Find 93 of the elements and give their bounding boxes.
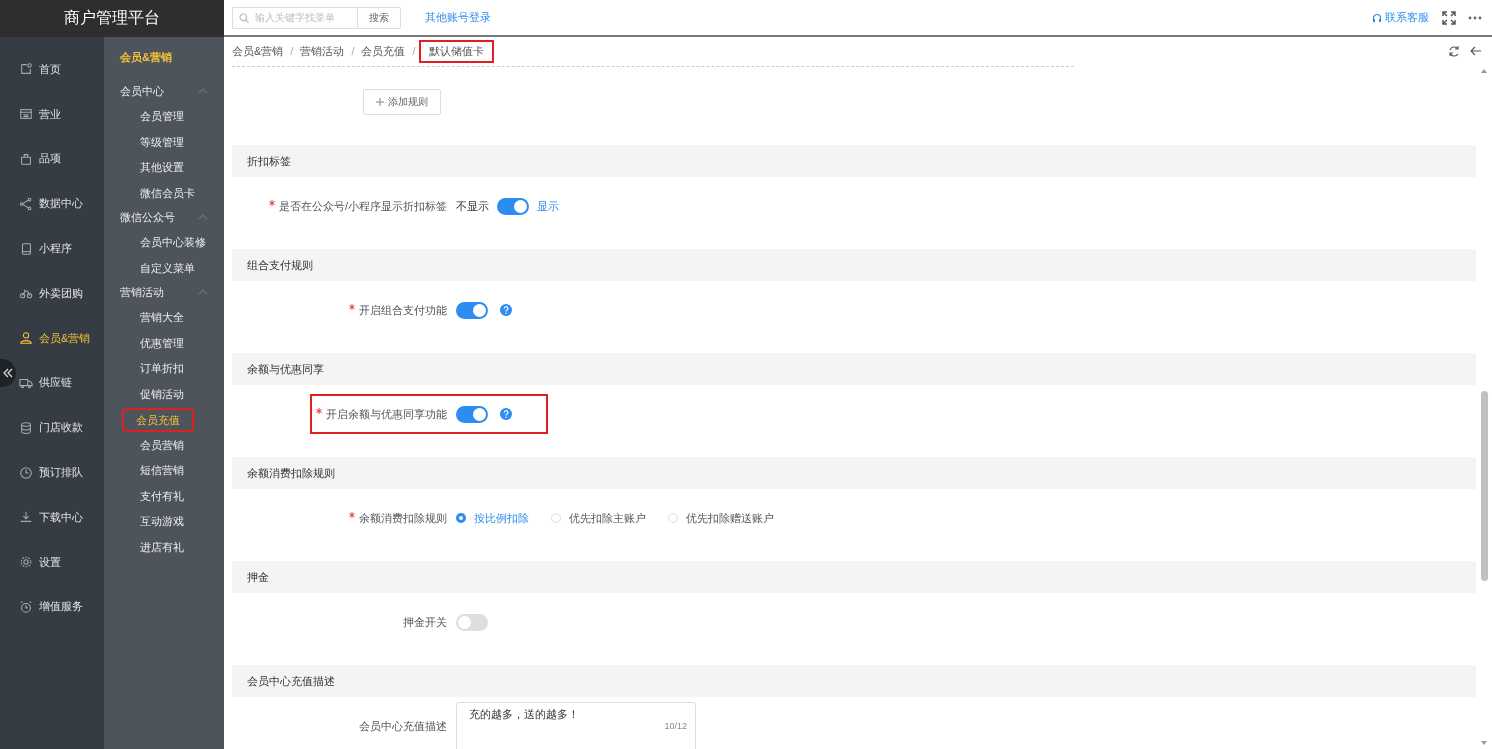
sidebar-item[interactable]: 预订排队 <box>17 450 104 495</box>
text-area[interactable]: 充的越多，送的越多！ 10/12 <box>456 702 696 749</box>
user-icon <box>19 331 33 346</box>
breadcrumb-item[interactable]: 营销活动 <box>300 43 345 59</box>
submenu-item[interactable]: 等级管理 <box>136 129 188 155</box>
field-label: 押金开关 <box>403 615 447 628</box>
section-header: 余额消费扣除规则 <box>232 457 1476 489</box>
submenu-group[interactable]: 营销活动 <box>104 281 208 303</box>
breadcrumb-item[interactable]: 会员充值 <box>361 43 406 59</box>
scroll-up-icon <box>1481 69 1487 73</box>
submenu-item[interactable]: 会员管理 <box>136 104 188 130</box>
submenu-item[interactable]: 其他设置 <box>136 155 188 181</box>
section-header: 押金 <box>232 561 1476 593</box>
more-icon[interactable] <box>1468 15 1482 20</box>
chevron-up-icon <box>198 289 208 295</box>
submenu-item[interactable]: 支付有礼 <box>136 483 188 509</box>
back-arrow-icon[interactable] <box>1470 45 1482 57</box>
chevron-up-icon <box>198 88 208 94</box>
section-header: 会员中心充值描述 <box>232 665 1476 697</box>
headset-icon <box>1372 12 1382 23</box>
radio-option[interactable]: 按比例扣除 <box>456 510 529 526</box>
submenu-item[interactable]: 促销活动 <box>136 381 188 407</box>
sidebar-item[interactable]: 小程序 <box>17 226 104 271</box>
sidebar-item[interactable]: 营业 <box>17 91 104 137</box>
bag-icon <box>19 152 33 166</box>
character-counter: 10/12 <box>664 721 687 731</box>
radio-option[interactable]: 优先扣除主账户 <box>551 510 646 526</box>
field-label: 会员中心充值描述 <box>359 719 447 732</box>
fullscreen-icon[interactable] <box>1442 10 1456 25</box>
submenu-group[interactable]: 微信公众号 <box>104 206 208 228</box>
submenu-item[interactable]: 订单折扣 <box>136 356 188 382</box>
option-text: 显示 <box>537 198 559 214</box>
phone-icon <box>19 241 33 256</box>
download-icon <box>19 510 33 525</box>
add-rule-button[interactable]: 添加规则 <box>363 89 441 115</box>
breadcrumb-item[interactable]: 会员&营销 <box>232 43 284 59</box>
scroll-down-icon <box>1481 741 1487 745</box>
field-label: 开启组合支付功能 <box>359 303 447 316</box>
radio-option[interactable]: 优先扣除赠送账户 <box>668 510 774 526</box>
gear-icon <box>19 555 33 570</box>
section-header: 折扣标签 <box>232 145 1476 177</box>
login-link[interactable]: 其他账号登录 <box>425 10 491 25</box>
toggle-switch[interactable] <box>456 405 488 423</box>
breadcrumb-separator: / <box>412 45 416 57</box>
field-label: 是否在公众号/小程序显示折扣标签 <box>278 199 447 212</box>
support-link[interactable]: 联系客服 <box>1372 10 1429 25</box>
submenu-item[interactable]: 互动游戏 <box>136 509 188 535</box>
breadcrumb-item[interactable]: 默认储值卡 <box>420 41 492 61</box>
sidebar-item[interactable]: 会员&营销 <box>17 315 104 361</box>
option-text: 不显示 <box>456 198 489 214</box>
submenu-item[interactable]: 短信营销 <box>136 458 188 484</box>
sidebar-item[interactable]: 品项 <box>17 136 104 182</box>
submenu-group[interactable]: 会员中心 <box>104 80 208 102</box>
field-label: 余额消费扣除规则 <box>359 511 447 524</box>
clock-icon <box>19 465 33 480</box>
breadcrumb-separator: / <box>290 45 294 57</box>
calendar-icon <box>19 107 33 122</box>
submenu-item[interactable]: 进店有礼 <box>136 534 188 560</box>
field-label: 开启余额与优惠同享功能 <box>326 407 447 420</box>
toggle-switch[interactable] <box>497 197 529 215</box>
sidebar-item[interactable]: 门店收款 <box>17 405 104 451</box>
app-title: 商户管理平台 <box>0 0 224 37</box>
submenu-item[interactable]: 自定义菜单 <box>136 255 199 281</box>
refresh-icon[interactable] <box>1448 45 1460 57</box>
breadcrumb-separator: / <box>351 45 355 57</box>
share-icon <box>19 196 33 211</box>
sidebar-item[interactable]: 首页 <box>17 47 104 92</box>
submenu-item[interactable]: 会员充值 <box>124 409 192 430</box>
chevron-up-icon <box>198 214 208 220</box>
sidebar-item[interactable]: 供应链 <box>17 360 104 406</box>
plus-icon <box>376 98 384 106</box>
sidebar-item[interactable]: 数据中心 <box>17 181 104 227</box>
section-header: 组合支付规则 <box>232 249 1476 281</box>
submenu-item[interactable]: 会员中心装修 <box>136 230 210 256</box>
search-button[interactable]: 搜索 <box>357 6 401 29</box>
sidebar-item[interactable]: 设置 <box>17 539 104 585</box>
double-chevron-left-icon <box>3 368 13 378</box>
submenu-item[interactable]: 微信会员卡 <box>136 180 199 206</box>
submenu-item[interactable]: 营销大全 <box>136 305 188 331</box>
database-icon <box>19 420 33 435</box>
page-icon <box>19 62 33 77</box>
submenu-item[interactable]: 优惠管理 <box>136 330 188 356</box>
toggle-switch[interactable] <box>456 301 488 319</box>
section-header: 余额与优惠同享 <box>232 353 1476 385</box>
sidebar-item[interactable]: 下载中心 <box>17 494 104 540</box>
submenu-item[interactable]: 会员营销 <box>136 432 188 458</box>
submenu-title: 会员&营销 <box>119 50 172 65</box>
scroll-thumb[interactable] <box>1480 391 1488 581</box>
toggle-switch[interactable] <box>456 613 488 631</box>
alarm-icon <box>19 599 33 614</box>
sidebar-item[interactable]: 增值服务 <box>17 584 104 630</box>
sidebar-item[interactable]: 外卖团购 <box>17 271 104 316</box>
bike-icon <box>19 286 33 301</box>
